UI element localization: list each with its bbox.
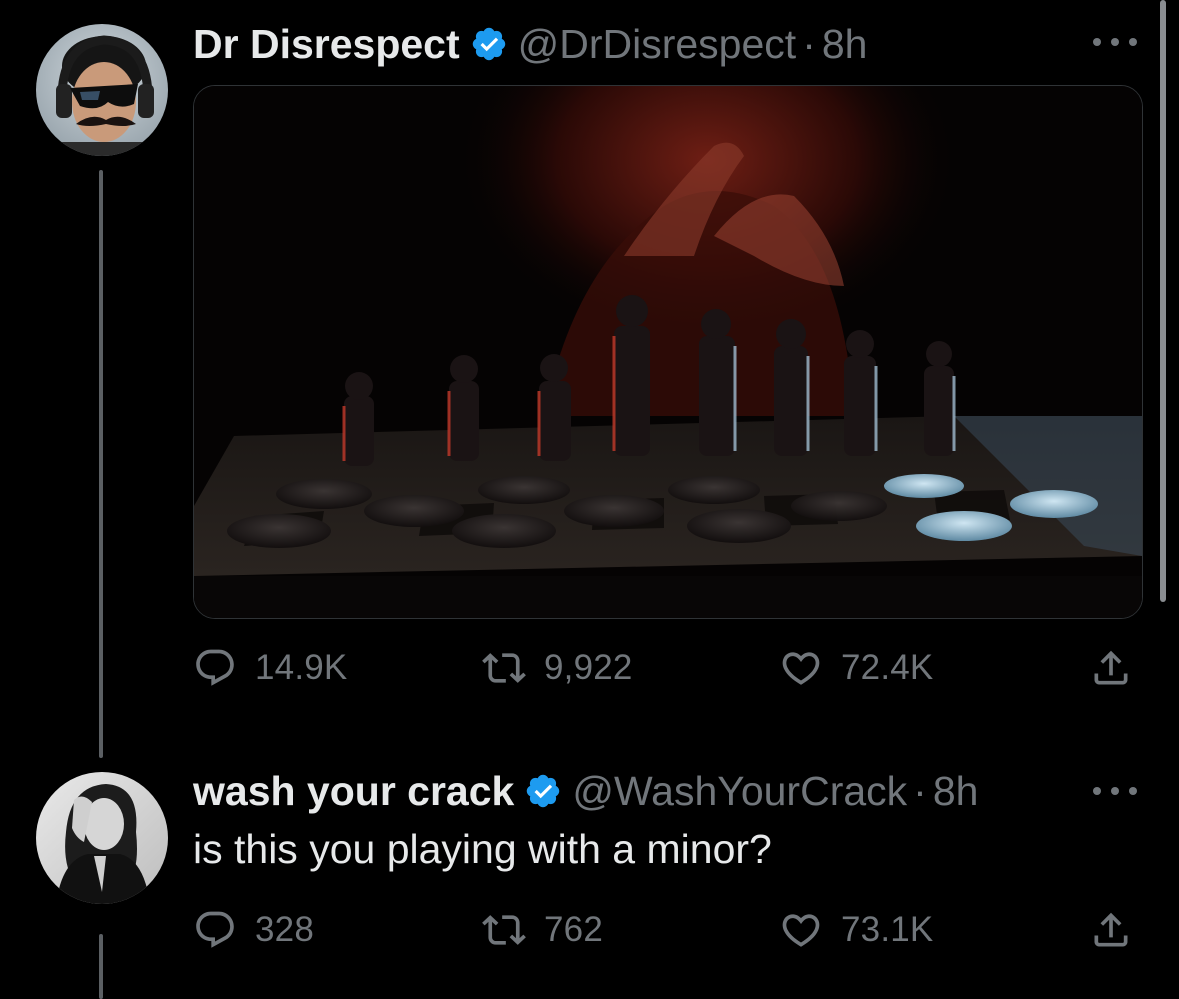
tweet-text: is this you playing with a minor? [193, 826, 772, 872]
retweet-icon [482, 915, 526, 945]
verified-badge-icon [524, 772, 562, 810]
like-count: 72.4K [841, 648, 934, 687]
timestamp[interactable]: 8h [933, 767, 979, 815]
like-button[interactable]: 73.1K [779, 906, 933, 954]
separator: · [802, 21, 816, 67]
share-icon [1094, 912, 1128, 947]
reply-icon [196, 911, 234, 948]
retweet-icon [482, 653, 526, 683]
share-button[interactable] [1089, 644, 1133, 692]
retweet-button[interactable]: 762 [482, 906, 603, 954]
reply-count: 328 [255, 910, 314, 949]
avatar-image [36, 24, 168, 156]
retweet-button[interactable]: 9,922 [482, 644, 633, 692]
tweet-actions: 14.9K 9,922 72.4K [193, 644, 1141, 692]
avatar-image [36, 772, 168, 904]
chessboard-photo [194, 86, 1142, 618]
avatar[interactable] [36, 772, 168, 904]
user-handle[interactable]: @WashYourCrack [572, 767, 907, 815]
more-options-icon[interactable] [1093, 35, 1137, 49]
more-options-icon[interactable] [1093, 784, 1137, 798]
share-button[interactable] [1089, 906, 1133, 954]
like-button[interactable]: 72.4K [779, 644, 933, 692]
retweet-count: 9,922 [544, 648, 633, 687]
like-icon [782, 914, 820, 947]
reply-button[interactable]: 328 [193, 906, 314, 954]
thread-line [99, 170, 103, 758]
reply-icon [196, 649, 234, 686]
thread-line [99, 934, 103, 999]
retweet-count: 762 [544, 910, 603, 949]
share-icon [1094, 650, 1128, 685]
tweet-actions: 328 762 73.1K [193, 906, 1141, 954]
like-icon [782, 652, 820, 685]
timeline: Dr Disrespect @DrDisrespect · 8h 14.9K 9… [0, 0, 1179, 999]
scrollbar[interactable] [1160, 0, 1166, 602]
verified-badge-icon [470, 25, 508, 63]
separator: · [913, 768, 927, 814]
display-name[interactable]: Dr Disrespect [193, 20, 460, 68]
avatar[interactable] [36, 24, 168, 156]
timestamp[interactable]: 8h [822, 20, 868, 68]
tweet-media-image[interactable] [193, 85, 1143, 619]
tweet-header: Dr Disrespect @DrDisrespect · 8h [193, 20, 867, 68]
display-name[interactable]: wash your crack [193, 767, 514, 815]
like-count: 73.1K [841, 910, 934, 949]
reply-count: 14.9K [255, 648, 348, 687]
reply-button[interactable]: 14.9K [193, 644, 347, 692]
user-handle[interactable]: @DrDisrespect [518, 20, 797, 68]
tweet-header: wash your crack @WashYourCrack · 8h [193, 767, 978, 815]
